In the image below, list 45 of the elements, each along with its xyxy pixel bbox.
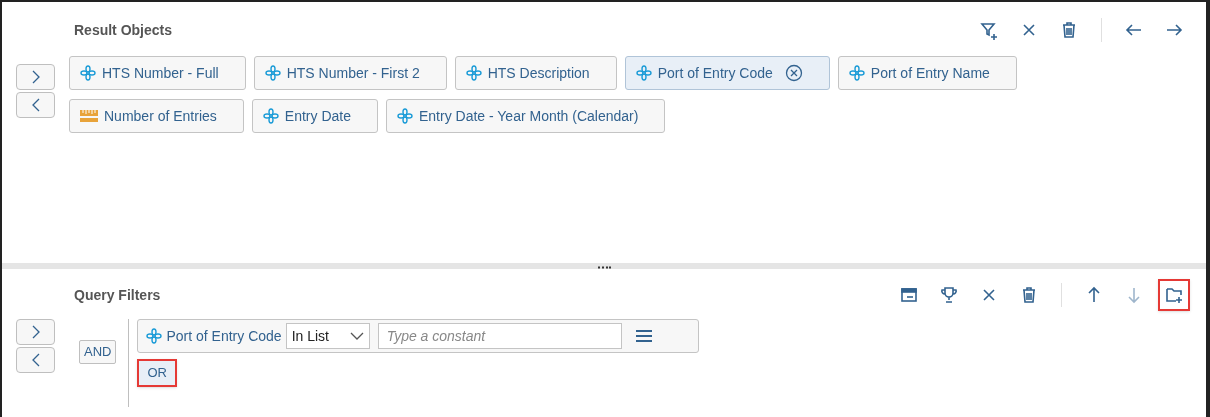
dimension-icon [465,65,482,81]
object-label: Port of Entry Name [870,63,990,83]
chevron-down-icon [349,332,364,340]
result-object-chip[interactable]: Entry Date - Year Month (Calendar) [385,99,666,133]
chevron-left-icon [30,353,41,367]
or-operator-button[interactable]: OR [137,359,177,387]
section-title: Query Filters [74,285,161,305]
dimension-icon [635,65,652,81]
filter-object-label: Port of Entry Code [166,326,282,346]
object-label: Entry Date [284,106,351,126]
dimension-icon [264,65,281,81]
filter-add-icon [979,20,999,40]
window-icon [899,285,919,305]
constant-input-field[interactable]: Type a constant [377,323,622,349]
object-label: HTS Description [487,63,590,83]
result-object-chip[interactable]: HTS Number - Full [69,56,246,90]
section-title: Result Objects [74,20,173,40]
dimension-icon [262,108,279,124]
object-label: Port of Entry Code [657,63,773,83]
menu-icon[interactable] [633,328,654,344]
result-object-chip[interactable]: HTS Description [454,56,617,90]
chevron-right-icon [30,325,41,339]
object-label: HTS Number - Full [102,63,219,83]
dimension-icon [848,65,865,81]
dimension-icon [146,328,163,344]
object-label: HTS Number - First 2 [286,63,420,83]
object-label: Entry Date - Year Month (Calendar) [418,106,639,126]
object-label: Number of Entries [104,106,217,126]
result-object-chip[interactable]: Port of Entry Code [624,56,830,90]
result-object-chip[interactable]: Port of Entry Name [837,56,1017,90]
and-operator-button[interactable]: AND [79,339,117,364]
ruler-icon [80,109,98,123]
chevron-left-icon [30,98,41,112]
trophy-icon [939,285,959,305]
folder-add-button[interactable] [1158,279,1190,311]
result-object-chip[interactable]: Number of Entries [69,99,244,133]
operator-dropdown[interactable]: In List [285,323,370,349]
remove-icon[interactable] [784,64,803,82]
dimension-icon [396,108,413,124]
result-object-chip[interactable]: Entry Date [251,99,378,133]
result-object-chip[interactable]: HTS Number - First 2 [253,56,447,90]
chevron-right-icon [30,70,41,84]
resize-handle-icon[interactable] [597,266,611,269]
folder-add-icon [1164,285,1184,305]
dimension-icon [80,65,96,81]
